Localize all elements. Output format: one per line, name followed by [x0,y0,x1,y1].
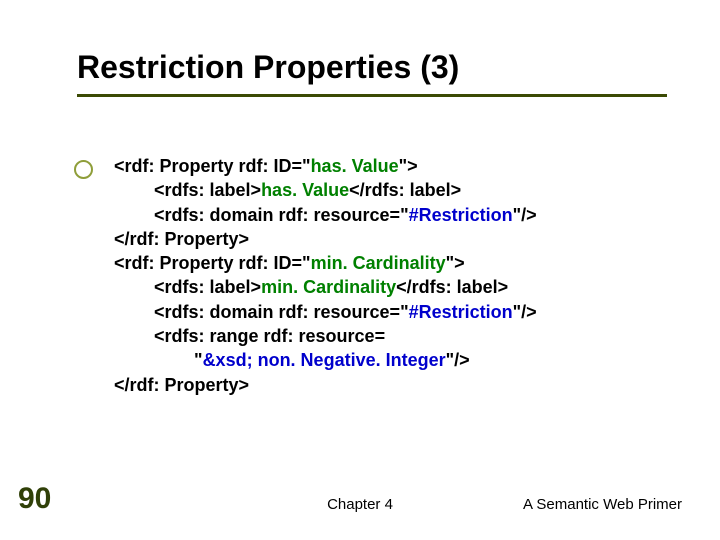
code-l9a: " [114,350,203,370]
code-l5b: min. Cardinality [311,253,446,273]
code-l9c: "/> [446,350,470,370]
code-l2b: has. Value [261,180,349,200]
slide-title: Restriction Properties (3) [77,48,680,86]
code-l1c: "> [399,156,418,176]
slide: Restriction Properties (3) <rdf: Propert… [0,0,720,540]
code-l9b: &xsd; non. Negative. Integer [203,350,446,370]
title-block: Restriction Properties (3) [77,48,680,97]
code-l1a: <rdf: Property rdf: ID=" [114,156,311,176]
bullet-icon [74,160,93,179]
code-l1b: has. Value [311,156,399,176]
title-underline [77,94,667,97]
code-l2c: </rdfs: label> [349,180,461,200]
code-l7c: "/> [513,302,537,322]
footer-book: A Semantic Web Primer [523,496,682,513]
code-l10: </rdf: Property> [114,375,249,395]
code-l3b: #Restriction [409,205,513,225]
code-l3a: <rdfs: domain rdf: resource=" [114,205,409,225]
code-l5a: <rdf: Property rdf: ID=" [114,253,311,273]
code-l6a: <rdfs: label> [114,277,261,297]
code-l5c: "> [446,253,465,273]
code-l6c: </rdfs: label> [396,277,508,297]
code-block: <rdf: Property rdf: ID="has. Value"> <rd… [114,154,674,397]
code-l6b: min. Cardinality [261,277,396,297]
code-l3c: "/> [513,205,537,225]
code-l7b: #Restriction [409,302,513,322]
code-l2a: <rdfs: label> [114,180,261,200]
code-l7a: <rdfs: domain rdf: resource=" [114,302,409,322]
code-l4: </rdf: Property> [114,229,249,249]
code-l8: <rdfs: range rdf: resource= [114,326,385,346]
